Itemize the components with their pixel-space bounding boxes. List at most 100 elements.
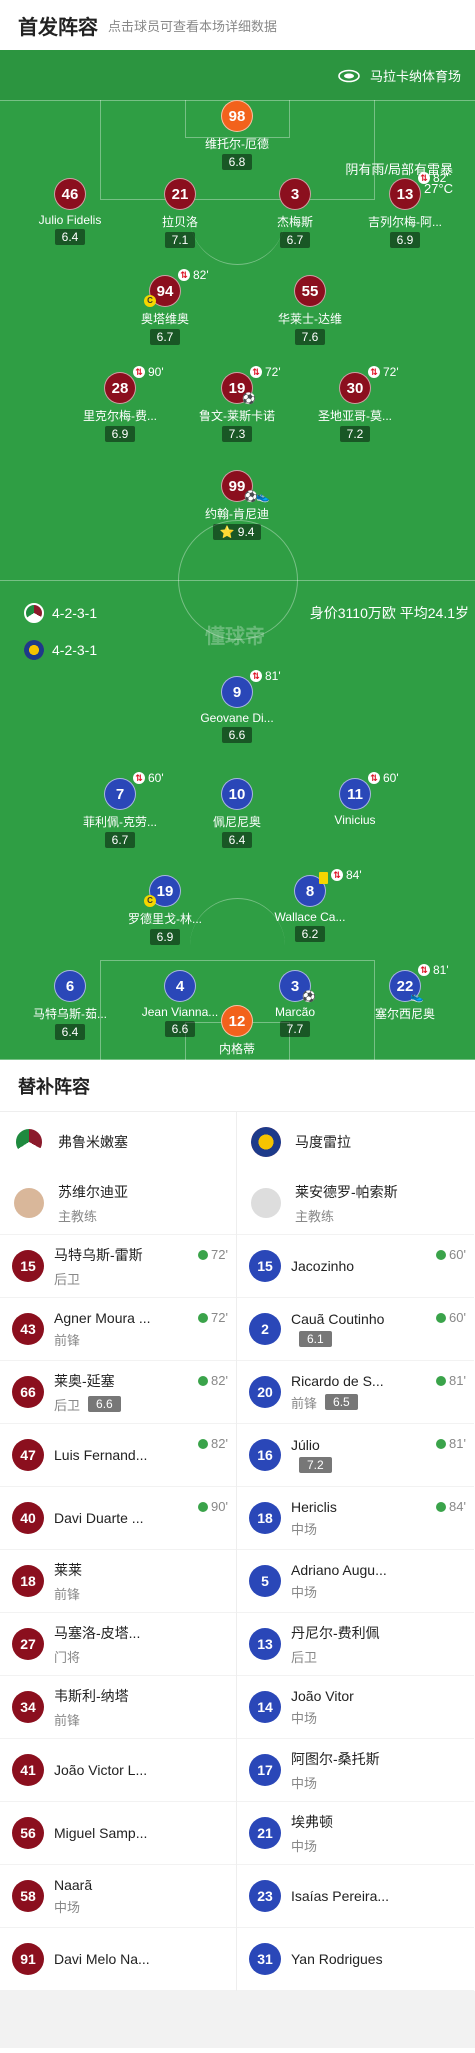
player-name: 埃弗顿 xyxy=(291,1813,333,1830)
home-player[interactable]: 13 ⇅ 82' 吉列尔梅-阿... 6.9 xyxy=(350,171,460,249)
away-player[interactable]: 22 ⇅ 81' 👟 塞尔西尼奥 xyxy=(350,963,460,1022)
home-subs-column: 弗鲁米嫩塞 苏维尔迪亚 主教练 15 马特乌斯-雷斯 后卫 72' 43 Agner Mo… xyxy=(0,1112,237,1991)
sub-player-row[interactable]: 15 Jacozinho 60' xyxy=(237,1235,474,1298)
sub-in-icon xyxy=(436,1438,447,1449)
away-formation: 4-2-3-1 xyxy=(24,640,97,660)
sub-player-row[interactable]: 47 Luis Fernand... 82' xyxy=(0,1424,236,1487)
sub-player-row[interactable]: 23 Isaías Pereira... xyxy=(237,1865,474,1928)
sub-out-icon: ⇅ xyxy=(418,964,430,976)
sub-player-row[interactable]: 40 Davi Duarte ... 90' xyxy=(0,1487,236,1550)
stadium-icon xyxy=(338,69,360,82)
subs-title: 替补阵容 xyxy=(0,1060,475,1112)
home-player[interactable]: 46 Julio Fidelis 6.4 xyxy=(15,178,125,246)
away-player[interactable]: 10 佩尼尼奥 6.4 xyxy=(182,778,292,849)
sub-player-row[interactable]: 14 João Vitor 中场 xyxy=(237,1676,474,1739)
player-meta: 中场 xyxy=(291,1582,401,1601)
player-name: Davi Melo Na... xyxy=(54,1951,150,1967)
sub-player-row[interactable]: 2 Cauã Coutinho 6.1 60' xyxy=(237,1298,474,1361)
sub-time: 72' xyxy=(383,365,399,379)
player-meta: 后卫 6.6 xyxy=(54,1395,164,1414)
away-player[interactable]: 8 ⇅ 84' Wallace Ca... 6.2 xyxy=(255,868,365,943)
captain-icon: C xyxy=(144,295,156,307)
player-name: 阿图尔-桑托斯 xyxy=(291,1750,380,1767)
home-player[interactable]: 19 ⇅ 72' ⚽ 鲁文-莱斯卡诺 7.3 xyxy=(182,365,292,443)
home-player[interactable]: 28 ⇅ 90' 里克尔梅-费... 6.9 xyxy=(65,365,175,443)
home-player[interactable]: 94 C ⇅ 82' 奥塔维奥 6.7 xyxy=(110,268,220,346)
away-player[interactable]: 11 ⇅ 60' Vinicius xyxy=(300,771,410,827)
player-meta: 7.2 xyxy=(291,1457,401,1473)
player-meta: 前锋 xyxy=(54,1330,164,1349)
away-player[interactable]: 19 C 罗德里戈-林... 6.9 xyxy=(110,875,220,946)
sub-time: 81' xyxy=(433,963,449,977)
sub-in-badge: 81' xyxy=(436,1436,466,1451)
player-number: 20 xyxy=(249,1376,281,1408)
player-position: 后卫 xyxy=(54,1397,81,1413)
coach-role: 主教练 xyxy=(58,1208,98,1224)
away-team-header[interactable]: 马度雷拉 xyxy=(237,1112,474,1172)
sub-player-row[interactable]: 41 João Victor L... xyxy=(0,1739,236,1802)
home-coach[interactable]: 苏维尔迪亚 主教练 xyxy=(0,1172,236,1235)
sub-player-row[interactable]: 91 Davi Melo Na... xyxy=(0,1928,236,1991)
home-player[interactable]: 21 拉贝洛 7.1 xyxy=(125,178,235,249)
sub-out-badge: ⇅ 90' xyxy=(133,365,164,379)
away-coach[interactable]: 莱安德罗-帕索斯 主教练 xyxy=(237,1172,474,1235)
sub-player-row[interactable]: 31 Yan Rodrigues xyxy=(237,1928,474,1991)
sub-player-row[interactable]: 13 丹尼尔-费利佩 后卫 xyxy=(237,1613,474,1676)
sub-player-row[interactable]: 21 埃弗顿 中场 xyxy=(237,1802,474,1865)
home-player[interactable]: 55 华莱士-达维 7.6 xyxy=(255,275,365,346)
home-player[interactable]: 99 ⚽ 👟 约翰-肯尼迪 ⭐ 9.4 xyxy=(182,470,292,541)
home-team-header[interactable]: 弗鲁米嫩塞 xyxy=(0,1112,236,1172)
sub-player-row[interactable]: 5 Adriano Augu... 中场 xyxy=(237,1550,474,1613)
player-name: Cauã Coutinho xyxy=(291,1311,385,1327)
player-name: 拉贝洛 xyxy=(161,215,198,229)
sub-player-row[interactable]: 17 阿图尔-桑托斯 中场 xyxy=(237,1739,474,1802)
player-name: 奥塔维奥 xyxy=(140,312,189,326)
home-team-name: 弗鲁米嫩塞 xyxy=(58,1134,128,1150)
captain-icon: C xyxy=(144,895,156,907)
sub-player-row[interactable]: 43 Agner Moura ... 前锋 72' xyxy=(0,1298,236,1361)
home-keeper[interactable]: 98 维托尔-厄德 6.8 xyxy=(182,100,292,171)
sub-player-row[interactable]: 34 韦斯利-纳塔 前锋 xyxy=(0,1676,236,1739)
sub-in-time: 60' xyxy=(449,1310,466,1325)
sub-in-icon xyxy=(198,1501,209,1512)
away-player[interactable]: 7 ⇅ 60' 菲利佩-克劳... 6.7 xyxy=(65,771,175,849)
sub-player-row[interactable]: 15 马特乌斯-雷斯 后卫 72' xyxy=(0,1235,236,1298)
player-number: 21 xyxy=(249,1817,281,1849)
sub-player-row[interactable]: 18 莱莱 前锋 xyxy=(0,1550,236,1613)
player-rating: 6.4 xyxy=(221,832,253,848)
assist-boot-icon: 👟 xyxy=(410,991,424,1003)
sub-out-icon: ⇅ xyxy=(133,366,145,378)
player-rating: 6.6 xyxy=(221,727,253,743)
home-player[interactable]: 3 杰梅斯 6.7 xyxy=(240,178,350,249)
sub-time: 72' xyxy=(265,365,281,379)
player-name: 维托尔-厄德 xyxy=(205,137,269,151)
sub-player-row[interactable]: 27 马塞洛-皮塔... 门将 xyxy=(0,1613,236,1676)
player-number: 28 xyxy=(104,372,136,404)
team-value: 身价3110万欧 平均24.1岁 xyxy=(309,605,469,621)
player-number: 10 xyxy=(221,778,253,810)
away-player[interactable]: 6 马特乌斯-茹... 6.4 xyxy=(15,970,125,1041)
player-number: 31 xyxy=(249,1943,281,1975)
sub-player-row[interactable]: 16 Júlio 7.2 81' xyxy=(237,1424,474,1487)
sub-in-badge: 60' xyxy=(436,1247,466,1262)
player-number: 98 xyxy=(221,100,253,132)
player-rating: 6.9 xyxy=(104,426,136,442)
sub-player-row[interactable]: 56 Miguel Samp... xyxy=(0,1802,236,1865)
player-rating: 6.8 xyxy=(221,154,253,170)
sub-player-row[interactable]: 20 Ricardo de S... 前锋 6.5 81' xyxy=(237,1361,474,1424)
away-keeper[interactable]: 12 内格蒂 xyxy=(182,1005,292,1057)
goal-ball-icon: ⚽ xyxy=(242,393,256,405)
player-number: 21 xyxy=(164,178,196,210)
player-name: 杰梅斯 xyxy=(276,215,313,229)
sub-in-badge: 72' xyxy=(198,1247,228,1262)
away-player[interactable]: 9 ⇅ 81' Geovane Di... 6.6 xyxy=(182,669,292,744)
player-number: 5 xyxy=(249,1565,281,1597)
player-name: Wallace Ca... xyxy=(274,910,346,924)
sub-time: 81' xyxy=(265,669,281,683)
player-number: 4 xyxy=(164,970,196,1002)
sub-player-row[interactable]: 66 莱奥-延塞 后卫 6.6 82' xyxy=(0,1361,236,1424)
home-player[interactable]: 30 ⇅ 72' 圣地亚哥-莫... 7.2 xyxy=(300,365,410,443)
sub-player-row[interactable]: 58 Naarã 中场 xyxy=(0,1865,236,1928)
sub-player-row[interactable]: 18 Hericlis 中场 84' xyxy=(237,1487,474,1550)
footer-space xyxy=(0,1991,475,2048)
